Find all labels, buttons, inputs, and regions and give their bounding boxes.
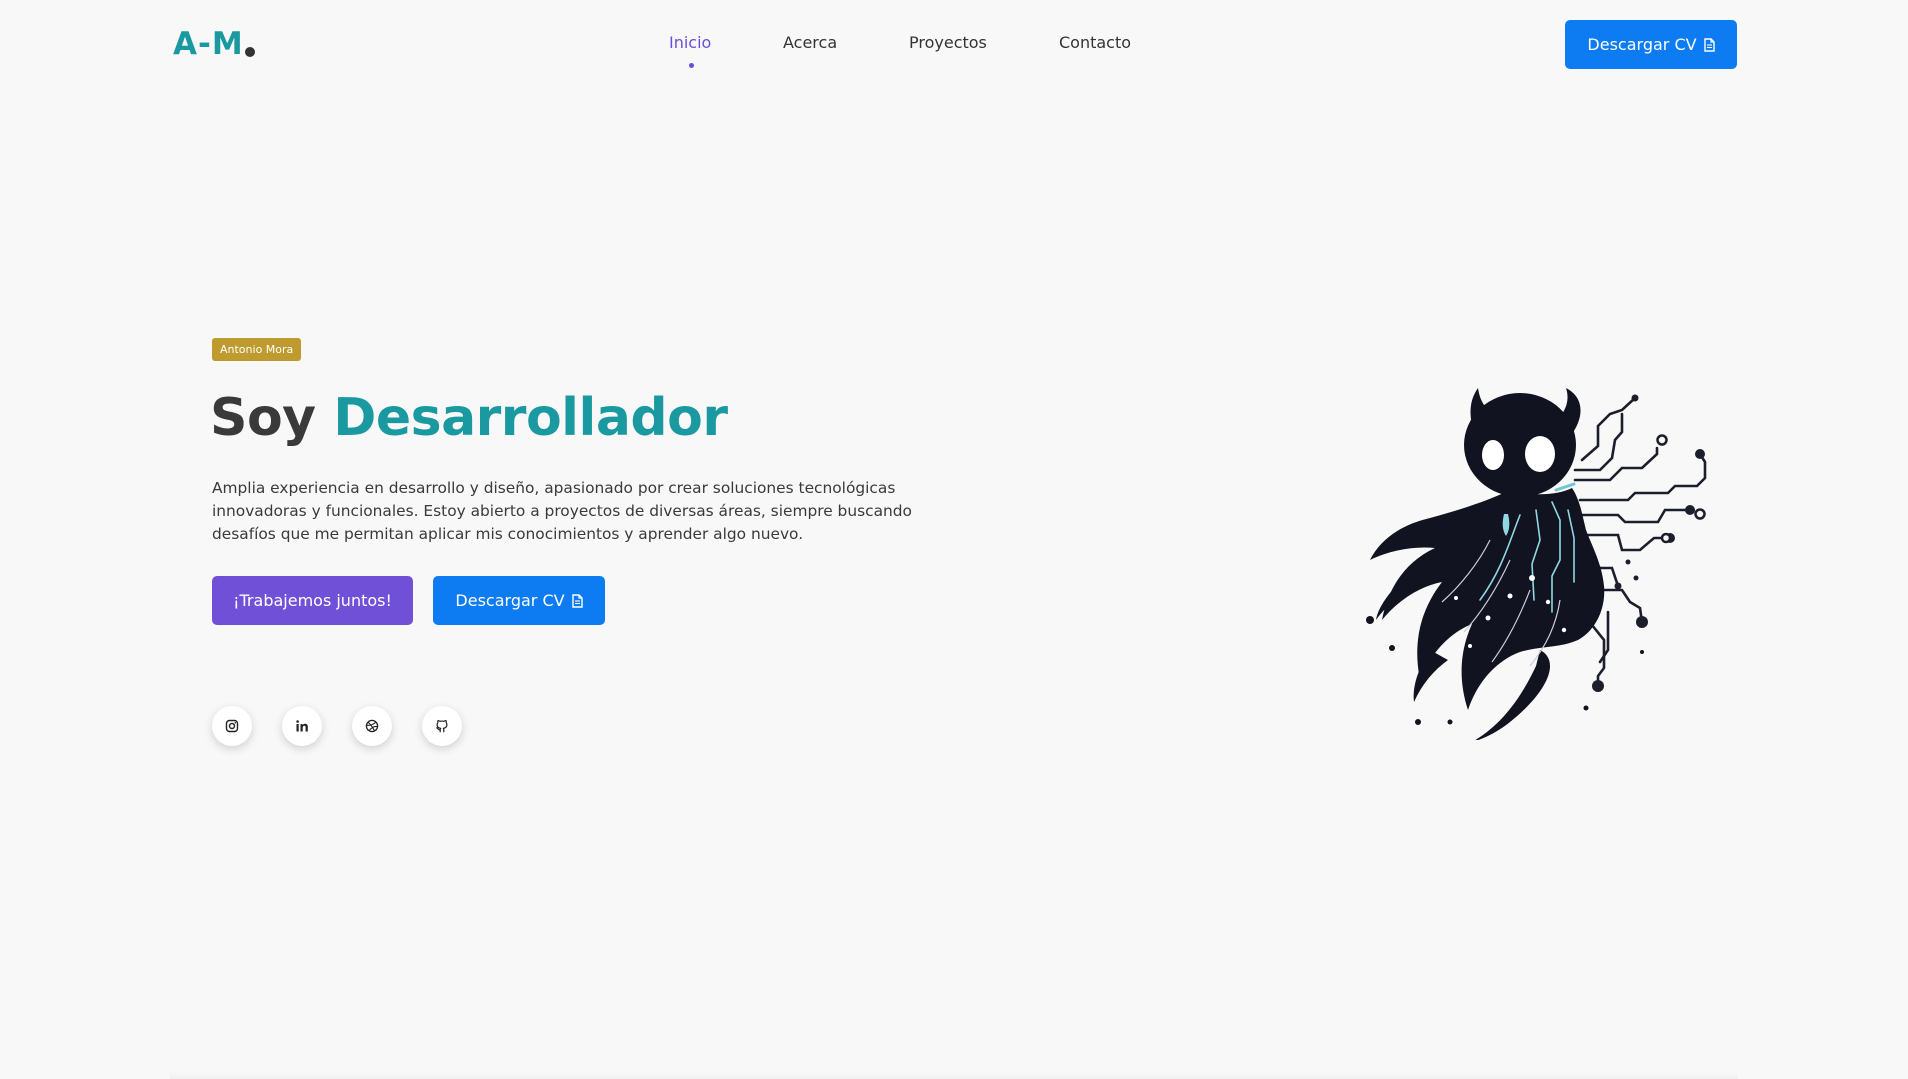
dribbble-link[interactable] xyxy=(352,706,392,746)
document-icon xyxy=(1703,37,1715,52)
instagram-icon xyxy=(225,719,239,733)
next-section-edge xyxy=(170,1071,1738,1079)
github-link[interactable] xyxy=(422,706,462,746)
circuit-traces xyxy=(1573,396,1707,688)
linkedin-icon xyxy=(295,719,309,733)
hero-headline: Soy Desarrollador xyxy=(210,385,728,451)
work-together-button[interactable]: ¡Trabajemos juntos! xyxy=(212,576,413,625)
nav-link-acerca[interactable]: Acerca xyxy=(783,33,837,52)
nav-link-contacto[interactable]: Contacto xyxy=(1059,33,1131,52)
nav-link-inicio[interactable]: Inicio xyxy=(669,33,711,52)
github-icon xyxy=(435,719,449,733)
cloak xyxy=(1370,488,1605,710)
hero-description: Amplia experiencia en desarrollo y diseñ… xyxy=(212,479,912,543)
dribbble-icon xyxy=(365,719,379,733)
hero-illustration xyxy=(1360,350,1710,742)
left-eye xyxy=(1482,440,1504,470)
document-icon xyxy=(571,593,583,608)
head xyxy=(1464,393,1576,497)
download-cv-button[interactable]: Descargar CV xyxy=(433,576,605,625)
linkedin-link[interactable] xyxy=(282,706,322,746)
work-together-label: ¡Trabajemos juntos! xyxy=(233,591,392,610)
navbar: A-M Inicio Acerca Proyectos Contacto Des… xyxy=(0,0,1908,88)
headline-role: Desarrollador xyxy=(333,388,728,448)
name-badge: Antonio Mora xyxy=(212,338,302,361)
right-eye xyxy=(1525,436,1555,472)
nav-active-indicator xyxy=(689,63,694,68)
header-download-cv-label: Descargar CV xyxy=(1587,35,1697,54)
nav-link-proyectos[interactable]: Proyectos xyxy=(909,33,987,52)
header-download-cv-button[interactable]: Descargar CV xyxy=(1565,20,1737,69)
instagram-link[interactable] xyxy=(212,706,252,746)
download-cv-label: Descargar CV xyxy=(455,591,565,610)
headline-prefix: Soy xyxy=(210,388,316,448)
